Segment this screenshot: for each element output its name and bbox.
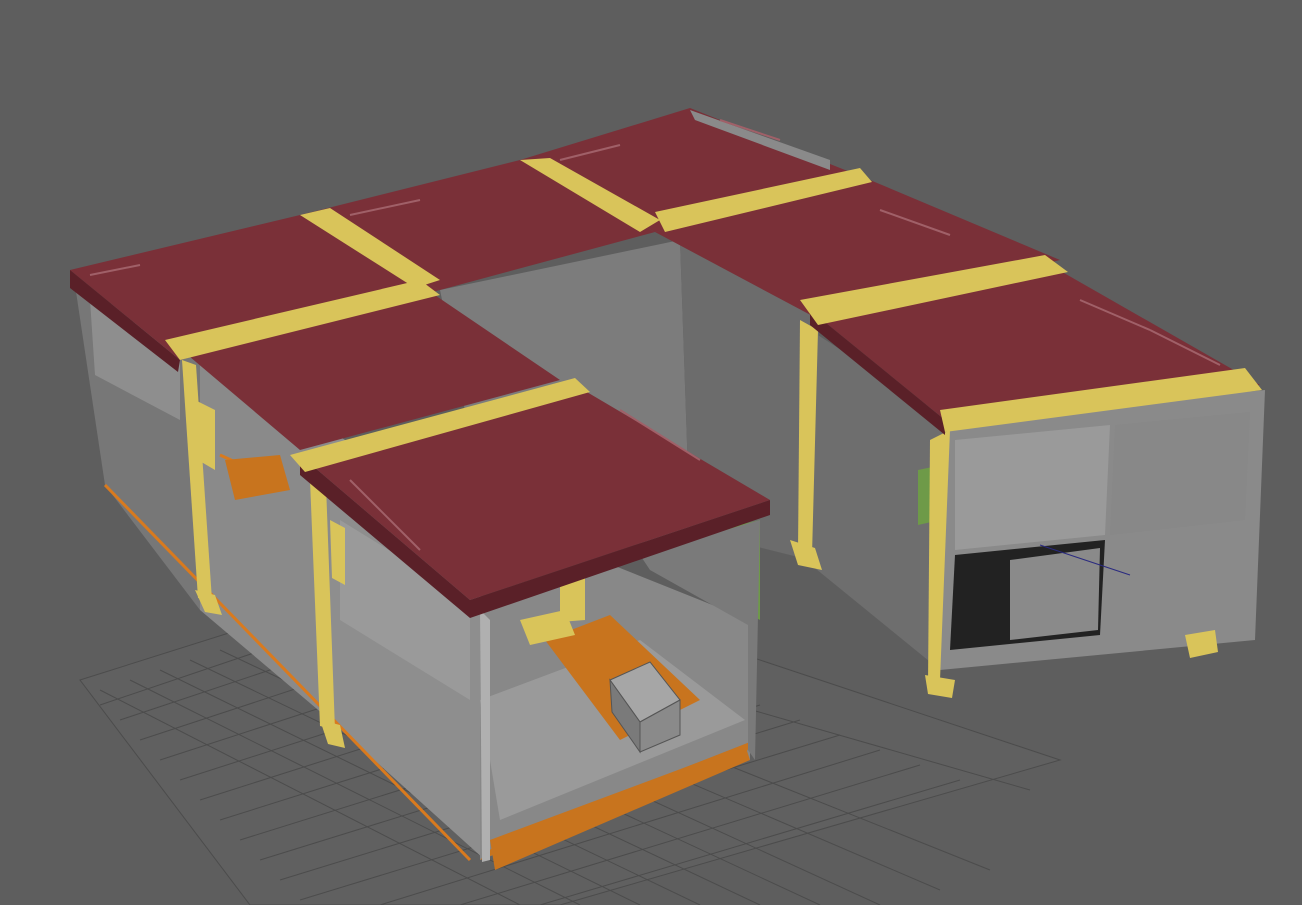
3d-viewport[interactable]: [0, 0, 1302, 905]
scene-canvas[interactable]: [0, 0, 1302, 905]
